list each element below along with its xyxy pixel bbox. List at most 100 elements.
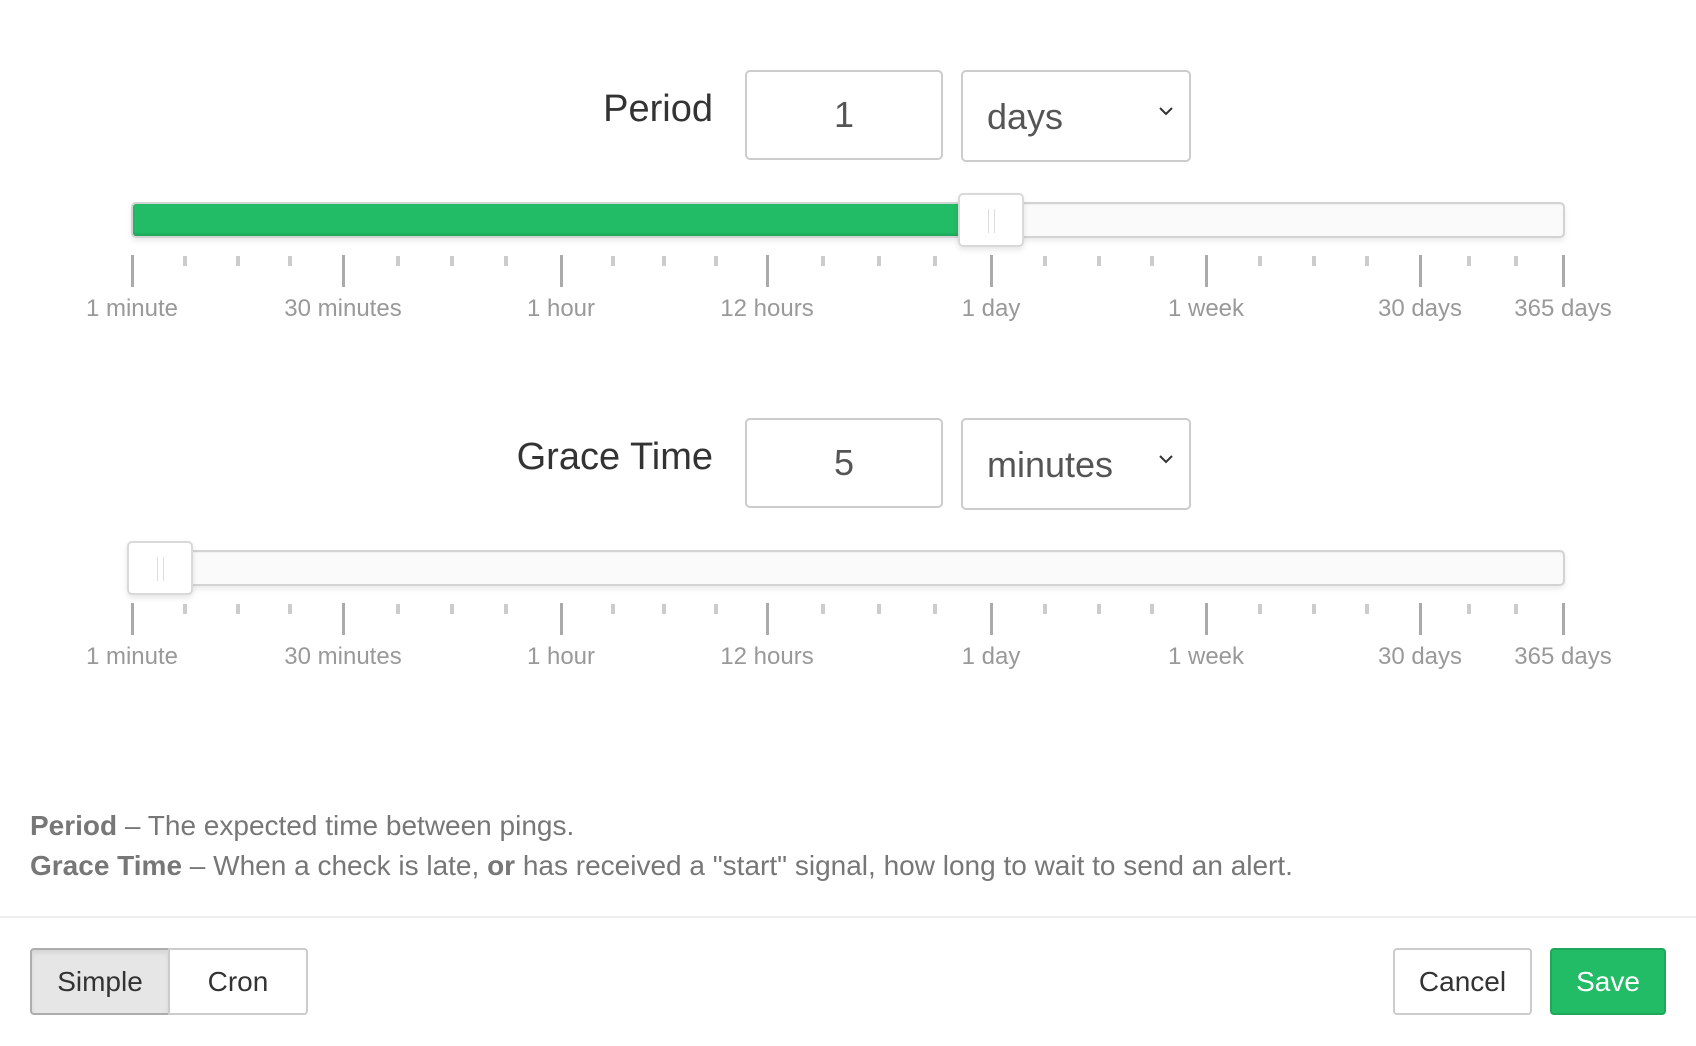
period-label: Period xyxy=(603,88,713,130)
period-slider-fill xyxy=(133,204,990,236)
grace-help-desc-2: has received a "start" signal, how long … xyxy=(515,850,1293,881)
period-major-tick xyxy=(1562,255,1565,287)
period-minor-tick xyxy=(288,256,292,266)
period-slider-handle[interactable] xyxy=(958,193,1025,247)
period-tick-label: 1 day xyxy=(961,295,1021,322)
grace-label: Grace Time xyxy=(516,436,713,478)
grace-help-desc: – When a check is late, xyxy=(182,850,488,881)
period-major-tick xyxy=(131,255,134,287)
grace-help-or: or xyxy=(487,850,516,881)
grace-minor-tick xyxy=(821,604,825,614)
period-major-tick xyxy=(560,255,563,287)
grace-tick-label: 1 day xyxy=(961,643,1021,670)
period-minor-tick xyxy=(183,256,187,266)
grace-minor-tick xyxy=(288,604,292,614)
period-minor-tick xyxy=(1467,256,1471,266)
grace-slider-handle[interactable] xyxy=(127,541,193,595)
period-minor-tick xyxy=(504,256,508,266)
grace-minor-tick xyxy=(1097,604,1101,614)
grace-help: Grace Time – When a check is late, or ha… xyxy=(30,850,1293,882)
period-tick-label: 12 hours xyxy=(720,295,814,322)
grace-minor-tick xyxy=(611,604,615,614)
period-slider[interactable] xyxy=(131,202,1565,238)
period-minor-tick xyxy=(1365,256,1369,266)
period-minor-tick xyxy=(1043,256,1047,266)
period-help: Period – The expected time between pings… xyxy=(30,810,574,842)
chevron-down-icon xyxy=(1159,455,1173,464)
grace-major-tick xyxy=(131,603,134,635)
period-major-tick xyxy=(342,255,345,287)
grace-unit-select[interactable]: minutes xyxy=(961,418,1191,510)
grace-minor-tick xyxy=(236,604,240,614)
grace-minor-tick xyxy=(933,604,937,614)
period-tick-label: 1 week xyxy=(1167,295,1245,322)
cron-mode-button[interactable]: Cron xyxy=(168,948,308,1015)
grace-minor-tick xyxy=(183,604,187,614)
grace-major-tick xyxy=(1419,603,1422,635)
save-button[interactable]: Save xyxy=(1550,948,1666,1015)
period-major-tick xyxy=(766,255,769,287)
period-minor-tick xyxy=(821,256,825,266)
period-minor-tick xyxy=(611,256,615,266)
grace-major-tick xyxy=(1205,603,1208,635)
period-tick-label: 1 minute xyxy=(85,295,179,322)
grace-unit-value: minutes xyxy=(987,444,1114,485)
period-tick-label: 1 hour xyxy=(526,295,596,322)
period-minor-tick xyxy=(236,256,240,266)
grace-minor-tick xyxy=(1258,604,1262,614)
period-major-tick xyxy=(990,255,993,287)
grace-minor-tick xyxy=(1467,604,1471,614)
period-tick-label: 30 minutes xyxy=(284,295,402,322)
grace-minor-tick xyxy=(1365,604,1369,614)
grace-tick-label: 12 hours xyxy=(720,643,814,670)
period-value-input[interactable] xyxy=(745,70,943,160)
grace-minor-tick xyxy=(662,604,666,614)
grace-tick-label: 30 minutes xyxy=(284,643,402,670)
grace-minor-tick xyxy=(1514,604,1518,614)
grace-major-tick xyxy=(1562,603,1565,635)
footer-divider xyxy=(0,916,1696,918)
period-minor-tick xyxy=(396,256,400,266)
grace-major-tick xyxy=(766,603,769,635)
period-help-desc: – The expected time between pings. xyxy=(117,810,575,841)
grace-minor-tick xyxy=(714,604,718,614)
period-minor-tick xyxy=(714,256,718,266)
grace-slider[interactable] xyxy=(131,550,1565,586)
period-minor-tick xyxy=(1258,256,1262,266)
grace-value-input[interactable] xyxy=(745,418,943,508)
period-minor-tick xyxy=(450,256,454,266)
grace-minor-tick xyxy=(1150,604,1154,614)
cancel-button[interactable]: Cancel xyxy=(1393,948,1532,1015)
simple-mode-button[interactable]: Simple xyxy=(30,948,170,1015)
grace-help-term: Grace Time xyxy=(30,850,183,881)
grace-minor-tick xyxy=(877,604,881,614)
grace-minor-tick xyxy=(1043,604,1047,614)
grace-major-tick xyxy=(342,603,345,635)
period-major-tick xyxy=(1419,255,1422,287)
grace-major-tick xyxy=(560,603,563,635)
period-minor-tick xyxy=(1312,256,1316,266)
period-tick-label: 30 days xyxy=(1377,295,1463,322)
period-minor-tick xyxy=(877,256,881,266)
grace-minor-tick xyxy=(1312,604,1316,614)
grace-tick-label: 30 days xyxy=(1377,643,1463,670)
period-major-tick xyxy=(1205,255,1208,287)
period-minor-tick xyxy=(933,256,937,266)
grace-tick-label: 1 hour xyxy=(526,643,596,670)
grace-tick-label: 365 days xyxy=(1514,643,1612,670)
period-minor-tick xyxy=(1150,256,1154,266)
grace-major-tick xyxy=(990,603,993,635)
period-minor-tick xyxy=(662,256,666,266)
period-minor-tick xyxy=(1097,256,1101,266)
grace-tick-label: 1 week xyxy=(1167,643,1245,670)
grace-minor-tick xyxy=(450,604,454,614)
chevron-down-icon xyxy=(1159,107,1173,116)
period-minor-tick xyxy=(1514,256,1518,266)
period-unit-value: days xyxy=(987,96,1064,137)
period-unit-select[interactable]: days xyxy=(961,70,1191,162)
period-tick-label: 365 days xyxy=(1514,295,1612,322)
grace-minor-tick xyxy=(396,604,400,614)
grace-tick-label: 1 minute xyxy=(85,643,179,670)
period-help-term: Period xyxy=(30,810,118,841)
grace-minor-tick xyxy=(504,604,508,614)
